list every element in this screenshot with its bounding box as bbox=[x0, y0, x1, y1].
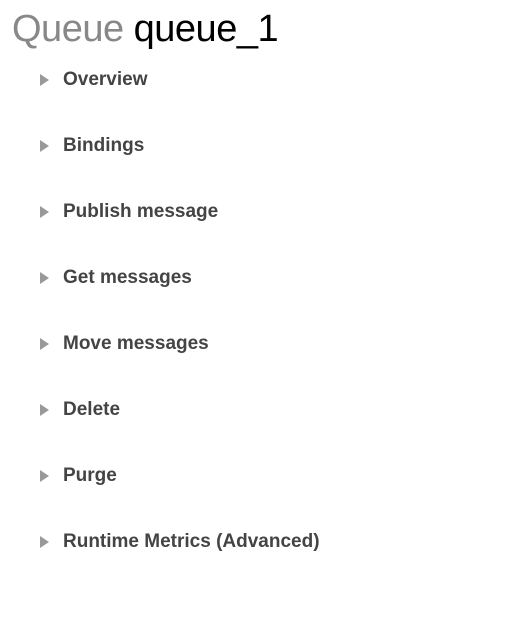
section-label: Overview bbox=[63, 69, 148, 91]
section-label: Move messages bbox=[63, 333, 209, 355]
section-overview[interactable]: Overview bbox=[40, 69, 504, 91]
section-delete[interactable]: Delete bbox=[40, 399, 504, 421]
section-label: Delete bbox=[63, 399, 120, 421]
chevron-right-icon bbox=[40, 272, 49, 284]
section-label: Purge bbox=[63, 465, 117, 487]
chevron-right-icon bbox=[40, 206, 49, 218]
page-title-prefix: Queue bbox=[12, 8, 124, 50]
chevron-right-icon bbox=[40, 338, 49, 350]
section-label: Runtime Metrics (Advanced) bbox=[63, 531, 320, 553]
section-publish-message[interactable]: Publish message bbox=[40, 201, 504, 223]
section-label: Get messages bbox=[63, 267, 192, 289]
section-purge[interactable]: Purge bbox=[40, 465, 504, 487]
section-bindings[interactable]: Bindings bbox=[40, 135, 504, 157]
section-label: Bindings bbox=[63, 135, 144, 157]
chevron-right-icon bbox=[40, 470, 49, 482]
section-move-messages[interactable]: Move messages bbox=[40, 333, 504, 355]
section-runtime-metrics[interactable]: Runtime Metrics (Advanced) bbox=[40, 531, 504, 553]
section-label: Publish message bbox=[63, 201, 218, 223]
chevron-right-icon bbox=[40, 74, 49, 86]
section-list: Overview Bindings Publish message Get me… bbox=[12, 69, 504, 553]
section-get-messages[interactable]: Get messages bbox=[40, 267, 504, 289]
queue-name: queue_1 bbox=[134, 8, 278, 50]
chevron-right-icon bbox=[40, 536, 49, 548]
chevron-right-icon bbox=[40, 140, 49, 152]
page-title: Queue queue_1 bbox=[12, 8, 504, 51]
chevron-right-icon bbox=[40, 404, 49, 416]
